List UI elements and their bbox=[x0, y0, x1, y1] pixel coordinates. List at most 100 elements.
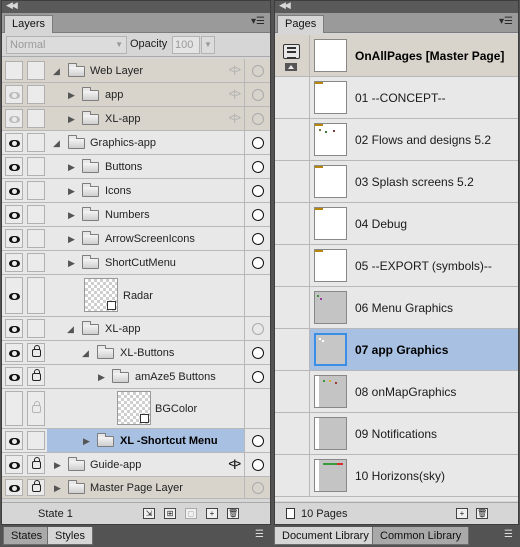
page-main[interactable]: 10 Horizons(sky) bbox=[309, 455, 518, 496]
layer-main[interactable]: ▶ Icons bbox=[47, 179, 244, 202]
page-main[interactable]: 02 Flows and designs 5.2 bbox=[309, 119, 518, 160]
visibility-toggle[interactable] bbox=[5, 455, 23, 474]
collapse-strip[interactable]: ◀◀ bbox=[2, 1, 270, 13]
disclosure-expanded-icon[interactable]: ◢ bbox=[67, 324, 74, 334]
tab-layers[interactable]: Layers bbox=[4, 15, 54, 33]
layer-row[interactable]: ▶ Numbers bbox=[2, 203, 270, 227]
target-cell[interactable] bbox=[244, 251, 270, 274]
layer-row[interactable]: ▶ Master Page Layer bbox=[2, 477, 270, 499]
layer-row[interactable]: ▶ app <|> bbox=[2, 83, 270, 107]
lock-toggle[interactable] bbox=[27, 157, 45, 176]
page-main[interactable]: 06 Menu Graphics bbox=[309, 287, 518, 328]
page-row[interactable]: 09 Notifications bbox=[275, 413, 518, 455]
layer-row-selected[interactable]: ▶ XL -Shortcut Menu bbox=[2, 429, 270, 453]
visibility-toggle[interactable] bbox=[5, 109, 23, 128]
layer-main[interactable]: ▶ XL -Shortcut Menu bbox=[47, 429, 244, 452]
trash-icon[interactable]: 🗑 bbox=[476, 508, 488, 519]
new-sublayer-button[interactable]: ⊞ bbox=[164, 508, 176, 519]
target-icon[interactable] bbox=[252, 256, 264, 269]
layer-main[interactable]: ▶ Master Page Layer bbox=[47, 477, 244, 498]
tab-common-library[interactable]: Common Library bbox=[372, 527, 470, 545]
layer-row[interactable]: ◢ XL-Buttons bbox=[2, 341, 270, 365]
layer-main[interactable]: ◢ XL-Buttons bbox=[47, 341, 244, 364]
lock-toggle[interactable] bbox=[27, 205, 45, 224]
disclosure-collapsed-icon[interactable]: ▶ bbox=[68, 210, 75, 220]
blend-mode-select[interactable]: Normal ▼ bbox=[6, 36, 127, 54]
lock-toggle[interactable] bbox=[27, 109, 45, 128]
disclosure-collapsed-icon[interactable]: ▶ bbox=[98, 372, 105, 382]
layer-main[interactable]: ▶ Buttons bbox=[47, 155, 244, 178]
target-cell[interactable] bbox=[244, 203, 270, 226]
lock-toggle[interactable] bbox=[27, 277, 45, 314]
panel-menu-icon[interactable]: ☰ bbox=[504, 529, 513, 540]
layer-main[interactable]: Radar bbox=[47, 275, 244, 316]
target-cell[interactable] bbox=[244, 389, 270, 428]
target-cell[interactable] bbox=[244, 317, 270, 340]
trash-icon[interactable]: 🗑 bbox=[227, 508, 239, 519]
page-row[interactable]: 08 onMapGraphics bbox=[275, 371, 518, 413]
lock-toggle[interactable] bbox=[27, 253, 45, 272]
layer-row[interactable]: Radar bbox=[2, 275, 270, 317]
visibility-toggle[interactable] bbox=[5, 253, 23, 272]
target-icon[interactable] bbox=[252, 346, 264, 359]
page-main[interactable]: 07 app Graphics bbox=[309, 329, 518, 370]
layer-main[interactable]: ▶ Guide-app bbox=[47, 453, 244, 476]
page-row[interactable]: 03 Splash screens 5.2 bbox=[275, 161, 518, 203]
target-cell[interactable] bbox=[244, 59, 270, 82]
visibility-toggle[interactable] bbox=[5, 205, 23, 224]
panel-menu-icon[interactable]: ▾☰ bbox=[499, 16, 513, 28]
visibility-toggle[interactable] bbox=[5, 431, 23, 450]
target-cell[interactable] bbox=[244, 365, 270, 388]
target-cell[interactable] bbox=[244, 83, 270, 106]
disclosure-expanded-icon[interactable]: ◢ bbox=[82, 348, 89, 358]
visibility-toggle[interactable] bbox=[5, 343, 23, 362]
target-icon[interactable] bbox=[252, 208, 264, 221]
visibility-toggle[interactable] bbox=[5, 391, 23, 426]
lock-toggle[interactable] bbox=[27, 455, 45, 474]
mask-button[interactable]: ◻ bbox=[185, 508, 197, 519]
disclosure-collapsed-icon[interactable]: ▶ bbox=[54, 460, 61, 470]
layer-row[interactable]: ▶ ArrowScreenIcons bbox=[2, 227, 270, 251]
disclosure-collapsed-icon[interactable]: ▶ bbox=[68, 234, 75, 244]
tab-pages[interactable]: Pages bbox=[277, 15, 325, 33]
layer-main[interactable]: ◢ XL-app bbox=[47, 317, 244, 340]
layer-row[interactable]: ▶ Icons bbox=[2, 179, 270, 203]
page-row[interactable]: 05 --EXPORT (symbols)-- bbox=[275, 245, 518, 287]
target-cell[interactable] bbox=[244, 341, 270, 364]
disclosure-collapsed-icon[interactable]: ▶ bbox=[68, 186, 75, 196]
target-icon[interactable] bbox=[252, 322, 264, 335]
visibility-toggle[interactable] bbox=[5, 85, 23, 104]
visibility-toggle[interactable] bbox=[5, 133, 23, 152]
new-layer-button[interactable]: + bbox=[206, 508, 218, 519]
layer-main[interactable]: BGColor bbox=[47, 389, 244, 428]
page-main[interactable]: OnAllPages [Master Page] bbox=[309, 35, 518, 76]
visibility-toggle[interactable] bbox=[5, 319, 23, 338]
lock-toggle[interactable] bbox=[27, 367, 45, 386]
target-cell[interactable] bbox=[244, 429, 270, 452]
target-cell[interactable] bbox=[244, 275, 270, 316]
visibility-toggle[interactable] bbox=[5, 277, 23, 314]
page-row[interactable]: 10 Horizons(sky) bbox=[275, 455, 518, 497]
lock-toggle[interactable] bbox=[27, 391, 45, 426]
page-row[interactable]: 06 Menu Graphics bbox=[275, 287, 518, 329]
lock-toggle[interactable] bbox=[27, 229, 45, 248]
target-cell[interactable] bbox=[244, 179, 270, 202]
layer-main[interactable]: ▶ amAze5 Buttons bbox=[47, 365, 244, 388]
visibility-toggle[interactable] bbox=[5, 181, 23, 200]
disclosure-collapsed-icon[interactable]: ▶ bbox=[68, 90, 75, 100]
target-icon[interactable] bbox=[252, 458, 264, 471]
disclosure-collapsed-icon[interactable]: ▶ bbox=[68, 162, 75, 172]
layer-row[interactable]: ▶ XL-app <|> bbox=[2, 107, 270, 131]
layer-main[interactable]: ▶ Numbers bbox=[47, 203, 244, 226]
visibility-toggle[interactable] bbox=[5, 61, 23, 80]
target-cell[interactable] bbox=[244, 453, 270, 476]
opacity-input[interactable]: 100 bbox=[172, 36, 200, 54]
lock-toggle[interactable] bbox=[27, 319, 45, 338]
page-row[interactable]: 01 --CONCEPT-- bbox=[275, 77, 518, 119]
target-cell[interactable] bbox=[244, 227, 270, 250]
disclosure-collapsed-icon[interactable]: ▶ bbox=[83, 436, 90, 446]
layer-row[interactable]: ▶ Guide-app <|> bbox=[2, 453, 270, 477]
page-row-selected[interactable]: 07 app Graphics bbox=[275, 329, 518, 371]
master-page-icon[interactable] bbox=[283, 44, 300, 59]
target-icon[interactable] bbox=[252, 160, 264, 173]
